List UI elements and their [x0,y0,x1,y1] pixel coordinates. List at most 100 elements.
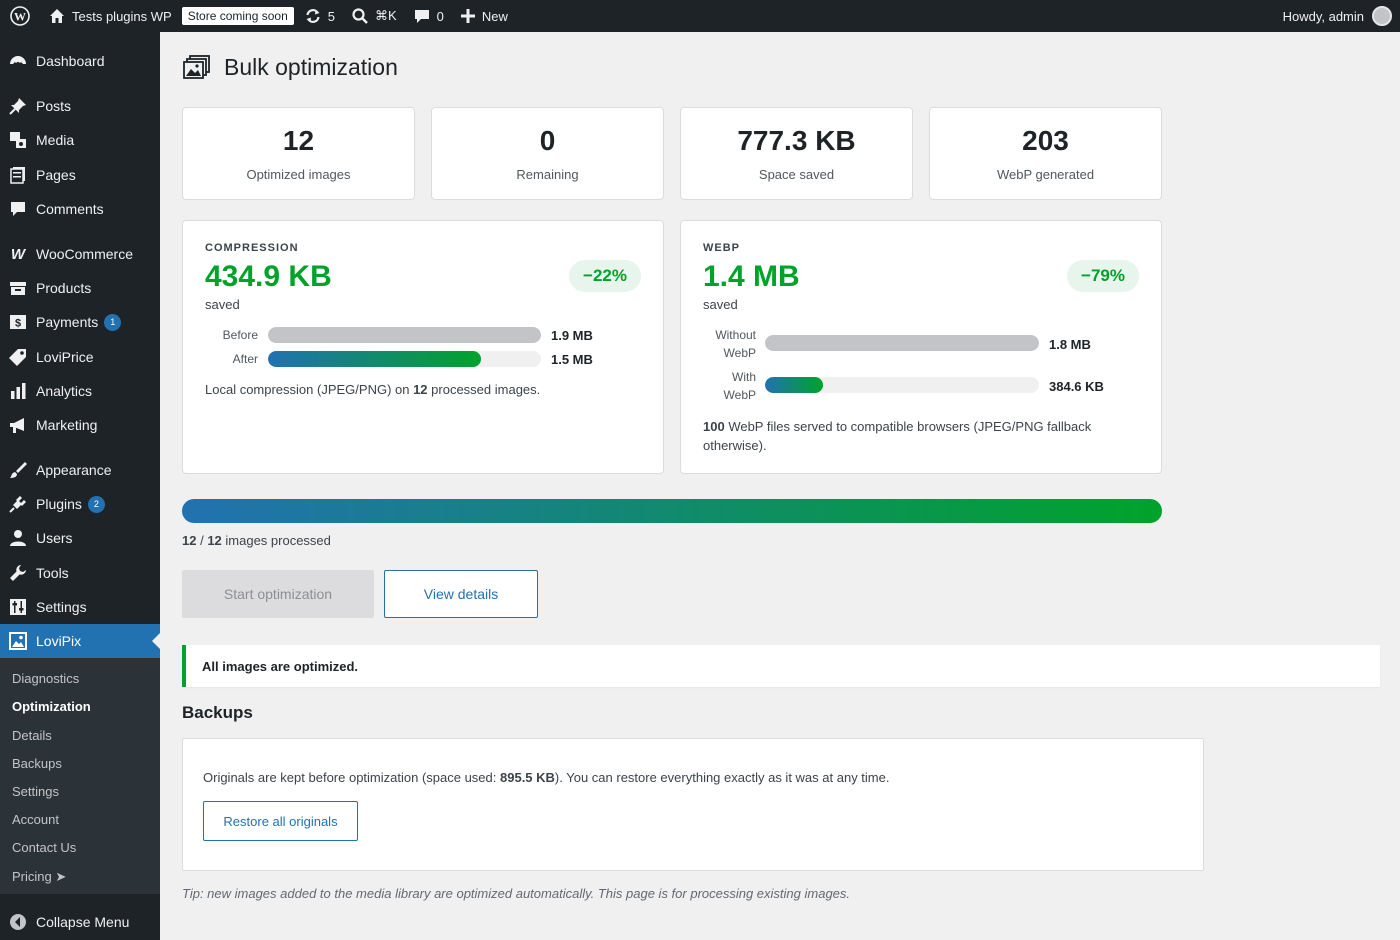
menu-appearance[interactable]: Appearance [0,453,160,487]
stat-label: Space saved [758,167,835,182]
payments-count-badge: 1 [104,313,122,331]
menu-tools[interactable]: Tools [0,556,160,590]
note-text: WebP files served to compatible browsers… [724,419,1092,434]
menu-products[interactable]: Products [0,271,160,305]
compression-percent-badge: −22% [569,260,641,292]
wp-logo-button[interactable]: W [0,0,40,32]
menu-payments[interactable]: $ Payments 1 [0,305,160,339]
store-status[interactable]: Store coming soon [180,0,296,32]
label-line: WebP [723,346,756,360]
saved-label: saved [205,297,240,312]
page-title: Bulk optimization [182,52,398,82]
submenu-optimization[interactable]: Optimization [12,699,91,714]
plus-icon [460,8,476,24]
menu-plugins[interactable]: Plugins 2 [0,487,160,521]
stat-label: WebP generated [996,167,1095,182]
compression-note: Local compression (JPEG/PNG) on 12 proce… [205,380,540,399]
menu-users[interactable]: Users [0,521,160,555]
note-text: Local compression (JPEG/PNG) on [205,382,414,397]
webp-percent-badge: −79% [1067,260,1139,292]
stat-value: 0 [539,125,556,156]
after-label: After [232,352,258,366]
progress-label: 12 / 12 images processed [182,533,331,548]
menu-label: WooCommerce [36,246,133,262]
menu-posts[interactable]: Posts [0,89,160,123]
submenu-settings[interactable]: Settings [12,784,59,799]
images-stack-icon [182,52,212,82]
backup-space-used: 895.5 KB [500,770,555,785]
webp-panel: WEBP 1.4 MB saved −79% Without WebP 1.8 M… [680,220,1162,474]
without-webp-value: 1.8 MB [1049,337,1091,352]
site-name-link[interactable]: Tests plugins WP [40,0,180,32]
menu-pages[interactable]: Pages [0,158,160,192]
collapse-label: Collapse Menu [36,914,130,930]
avatar[interactable] [1372,6,1392,26]
menu-woocommerce[interactable]: W WooCommerce [0,237,160,271]
submenu-diagnostics[interactable]: Diagnostics [12,671,79,686]
webp-saved-amount: 1.4 MB [703,260,800,293]
stat-webp-generated: 203 WebP generated [929,107,1162,200]
without-webp-bar [765,335,1039,351]
search-link[interactable]: ⌘K [343,0,405,32]
stat-remaining: 0 Remaining [431,107,664,200]
menu-settings[interactable]: Settings [0,590,160,624]
main-content: Bulk optimization 12 Optimized images 0 … [160,32,1400,940]
with-webp-bar [765,377,1039,393]
menu-label: Products [36,280,92,296]
howdy-account-link[interactable]: Howdy, admin [1283,9,1364,24]
panel-caption: COMPRESSION [205,242,299,254]
before-bar-fill [268,327,541,343]
menu-marketing[interactable]: Marketing [0,408,160,442]
webp-note: 100 WebP files served to compatible brow… [703,417,1143,455]
comments-link[interactable]: 0 [405,0,452,32]
submenu-pricing[interactable]: Pricing ➤ [12,869,66,885]
submenu-backups[interactable]: Backups [12,756,62,771]
settings-sliders-icon [8,597,28,617]
start-optimization-button[interactable]: Start optimization [182,570,374,618]
submenu-contact[interactable]: Contact Us [12,840,76,855]
menu-dashboard[interactable]: Dashboard [0,44,160,78]
collapse-menu-button[interactable]: Collapse Menu [0,908,160,936]
wrench-icon [8,563,28,583]
submenu-account[interactable]: Account [12,812,59,827]
menu-analytics[interactable]: Analytics [0,374,160,408]
stat-value: 12 [282,125,315,156]
note-count: 100 [703,419,725,434]
restore-all-originals-button[interactable]: Restore all originals [203,801,358,841]
backup-text: Originals are kept before optimization (… [203,770,500,785]
pin-icon [8,96,28,116]
stat-optimized-images: 12 Optimized images [182,107,415,200]
menu-media[interactable]: Media [0,123,160,157]
menu-label: Posts [36,98,72,114]
note-text: otherwise). [703,438,767,453]
label-line: WebP [723,388,756,402]
without-webp-bar-fill [765,335,1039,351]
compression-panel: COMPRESSION 434.9 KB saved −22% Before 1… [182,220,664,474]
updates-link[interactable]: 5 [296,0,343,32]
menu-loviprice[interactable]: LoviPrice [0,340,160,374]
backups-description: Originals are kept before optimization (… [203,770,889,785]
before-bar [268,327,541,343]
view-details-button[interactable]: View details [384,570,538,618]
new-content-link[interactable]: New [452,0,516,32]
plugins-count-badge: 2 [87,495,105,513]
menu-lovipix[interactable]: LoviPix [0,624,160,658]
with-webp-label: With WebP [703,368,756,404]
site-name: Tests plugins WP [72,8,172,24]
submenu-details[interactable]: Details [12,728,52,743]
image-icon [8,631,28,651]
home-icon [48,7,66,25]
new-label: New [481,8,508,24]
menu-comments[interactable]: Comments [0,192,160,226]
search-icon [351,7,369,25]
menu-label: Marketing [36,417,98,433]
stat-value: 777.3 KB [737,125,856,156]
products-icon [8,278,28,298]
before-value: 1.9 MB [551,328,593,343]
stat-label: Remaining [516,167,579,182]
menu-label: Settings [36,599,87,615]
comments-count: 0 [436,8,444,24]
payments-icon: $ [8,312,28,332]
menu-label: Analytics [36,383,93,399]
megaphone-icon [8,415,28,435]
